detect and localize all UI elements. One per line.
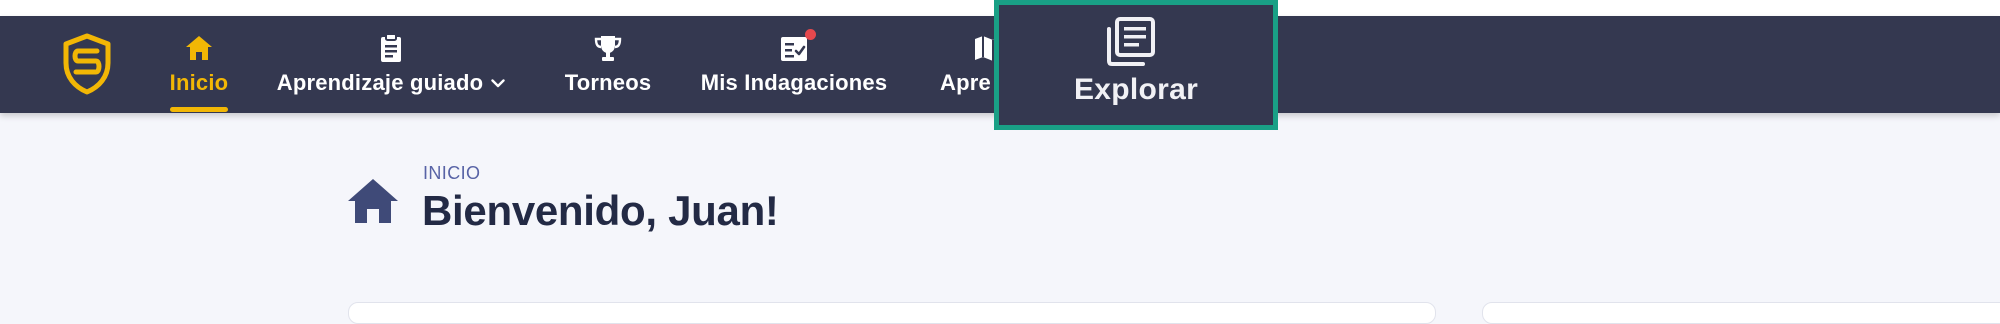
chevron-down-icon [491,79,505,88]
nav-item-label: Mis Indagaciones [700,70,888,95]
clipboard-icon [381,33,401,62]
nav-item-mis-indagaciones[interactable]: Mis Indagaciones [696,16,892,113]
content-card [1482,302,2000,324]
page-home-icon [348,179,398,223]
active-indicator [170,107,228,112]
library-icon [1107,17,1155,66]
nav-item-torneos[interactable]: Torneos [560,16,656,113]
shield-s-logo-icon [63,33,111,95]
brand-logo[interactable] [62,33,112,95]
nav-item-inicio[interactable]: Inicio [160,16,238,113]
nav-item-label: Inicio [169,70,229,95]
nav-item-aprendizaje-guiado[interactable]: Aprendizaje guiado [272,16,510,113]
nav-item-label: Torneos [564,70,652,95]
trophy-icon [594,36,622,61]
nav-item-label: Aprendizaje guiado [272,70,510,96]
notification-badge [805,29,816,40]
breadcrumb: INICIO [423,163,481,183]
page-title: Bienvenido, Juan! [422,187,779,234]
content-card [348,302,1436,324]
home-icon [186,36,212,60]
nav-item-explorar[interactable]: Explorar [994,0,1278,130]
explorar-label: Explorar [1073,73,1199,106]
